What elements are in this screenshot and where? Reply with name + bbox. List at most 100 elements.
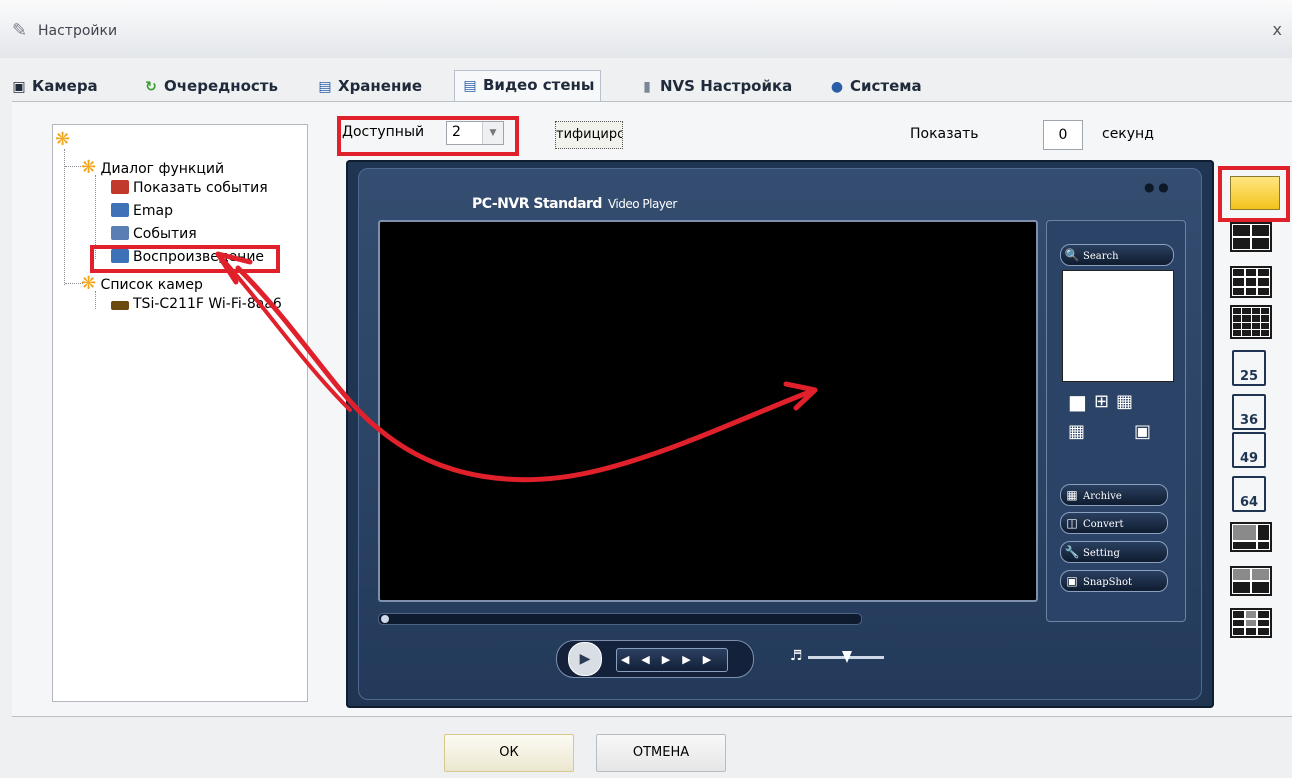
- layout-16-icon[interactable]: ▦: [1068, 422, 1085, 442]
- tab-label: Камера: [32, 77, 98, 95]
- layout-16-button[interactable]: [1230, 305, 1272, 339]
- tab-nvs[interactable]: ▮ NVS Настройка: [638, 72, 792, 100]
- tab-label: Хранение: [338, 77, 423, 95]
- tab-label: Очередность: [164, 77, 278, 95]
- layout-36-label: 36: [1240, 413, 1259, 428]
- tab-video-wall[interactable]: ▤ Видео стены: [454, 70, 602, 102]
- layout-9-button[interactable]: [1230, 266, 1272, 298]
- tree-item-camera-list[interactable]: ❋ Список камер: [81, 273, 203, 294]
- volume-icon: ♬: [790, 648, 803, 664]
- snapshot-button[interactable]: ▣ SnapShot: [1060, 570, 1168, 592]
- tab-camera[interactable]: ▣ Камера: [10, 72, 98, 100]
- wrench-icon: ✎: [12, 20, 28, 41]
- snapshot-label: SnapShot: [1083, 577, 1132, 588]
- refresh-icon: ↻: [145, 79, 157, 95]
- seek-bar[interactable]: [378, 613, 862, 625]
- setting-label: Setting: [1083, 548, 1120, 559]
- tree-item-label: TSi-C211F Wi-Fi-8aa6: [133, 296, 282, 312]
- tree-item-label: События: [133, 226, 197, 242]
- convert-icon: ◫: [1066, 516, 1078, 530]
- camera-icon: ▣: [12, 79, 26, 95]
- highlight-playback: [90, 245, 280, 273]
- archive-label: Archive: [1083, 491, 1122, 502]
- wrench-icon: 🔧: [1064, 545, 1080, 559]
- tree-item-label: Диалог функций: [100, 161, 225, 177]
- layout-4-icon[interactable]: ⊞: [1094, 392, 1109, 412]
- forward-icon[interactable]: ▶▶: [682, 653, 723, 666]
- archive-button[interactable]: ▦ Archive: [1060, 484, 1168, 506]
- events-icon: [111, 226, 129, 240]
- tab-system[interactable]: ● Система: [828, 72, 922, 100]
- layout-49-label: 49: [1240, 451, 1259, 466]
- play-icon[interactable]: ▶: [662, 653, 682, 666]
- layout-49-button[interactable]: 49: [1232, 432, 1266, 468]
- function-tree: ❋ ❋ Диалог функций Показать события Emap…: [52, 124, 308, 702]
- tree-item-show-events[interactable]: Показать события: [111, 180, 268, 196]
- highlight-layout-single: [1218, 166, 1290, 222]
- preview-box: [1062, 270, 1174, 382]
- tree-item-functions[interactable]: ❋ Диалог функций: [81, 157, 224, 178]
- player-title: PC-NVR Standard Video Player: [472, 196, 677, 212]
- play-button[interactable]: ▶: [568, 642, 602, 676]
- identify-button[interactable]: тифицирс: [555, 121, 623, 149]
- show-label: Показать: [910, 126, 979, 142]
- settings-window: ✎ Настройки x ▣ Камера ↻ Очередность ▤ Хран…: [0, 0, 1292, 778]
- layout-64-label: 64: [1240, 495, 1259, 510]
- tree-item-emap[interactable]: Emap: [111, 203, 173, 219]
- video-wall-icon: ▤: [463, 78, 477, 94]
- globe-icon: [111, 203, 129, 217]
- window-title: Настройки: [38, 23, 118, 39]
- setting-button[interactable]: 🔧 Setting: [1060, 541, 1168, 563]
- tab-storage[interactable]: ▤ Хранение: [316, 72, 422, 100]
- convert-button[interactable]: ◫ Convert: [1060, 512, 1168, 534]
- fullscreen-icon[interactable]: ▣: [1134, 422, 1151, 442]
- layout-custom-1-button[interactable]: [1230, 522, 1272, 552]
- tree-item-events[interactable]: События: [111, 226, 197, 242]
- layout-custom-2-button[interactable]: [1230, 566, 1272, 596]
- layout-25-label: 25: [1240, 369, 1259, 384]
- rewind-icon[interactable]: ◀◀: [621, 653, 662, 666]
- tree-item-label: Emap: [133, 203, 173, 219]
- tab-label: Видео стены: [483, 76, 595, 94]
- monitor-icon: ▤: [318, 79, 332, 95]
- camera-icon: [111, 301, 129, 310]
- player-title-text: PC-NVR Standard: [472, 196, 602, 212]
- tree-line: [64, 149, 65, 285]
- layout-36-button[interactable]: 36: [1232, 394, 1266, 430]
- camera-icon: ▣: [1066, 574, 1078, 588]
- layout-25-button[interactable]: 25: [1232, 350, 1266, 386]
- tab-bar: ▣ Камера ↻ Очередность ▤ Хранение ▤ Видео ст…: [10, 70, 1270, 102]
- ok-button[interactable]: ОК: [444, 734, 574, 772]
- seconds-label: секунд: [1102, 126, 1154, 142]
- tab-label: NVS Настройка: [660, 77, 793, 95]
- server-icon: ▮: [643, 79, 651, 95]
- fan-icon: ❋: [55, 129, 71, 150]
- layout-9-icon[interactable]: ▦: [1116, 392, 1133, 412]
- event-icon: [111, 180, 129, 194]
- cancel-button[interactable]: ОТМЕНА: [596, 734, 726, 772]
- tab-sequence[interactable]: ↻ Очередность: [142, 72, 278, 100]
- tree-item-label: Список камер: [100, 277, 203, 293]
- seek-knob[interactable]: [381, 615, 389, 623]
- convert-label: Convert: [1083, 519, 1124, 530]
- seconds-input[interactable]: 0: [1043, 120, 1083, 150]
- layout-4-button[interactable]: [1230, 222, 1272, 252]
- close-button[interactable]: x: [1273, 20, 1282, 39]
- folder-icon: ▦: [1066, 488, 1078, 502]
- highlight-available: [337, 116, 519, 156]
- search-label: Search: [1083, 251, 1119, 262]
- tab-label: Система: [850, 77, 922, 95]
- video-screen[interactable]: [378, 220, 1038, 602]
- search-button[interactable]: 🔍 Search: [1060, 244, 1174, 266]
- title-bar: ✎ Настройки x: [0, 0, 1292, 58]
- fan-icon: ❋: [81, 273, 97, 294]
- users-icon: ●: [830, 79, 844, 95]
- layout-64-button[interactable]: 64: [1232, 476, 1266, 512]
- search-icon: 🔍: [1064, 248, 1080, 262]
- tree-item-camera[interactable]: TSi-C211F Wi-Fi-8aa6: [111, 296, 282, 312]
- player-subtitle: Video Player: [607, 197, 677, 211]
- window-controls-icon[interactable]: ● ●: [1144, 180, 1169, 194]
- layout-custom-3-button[interactable]: [1230, 608, 1272, 638]
- transport-buttons[interactable]: ◀◀▶▶▶: [616, 648, 728, 672]
- layout-1-icon[interactable]: ■: [1068, 392, 1087, 412]
